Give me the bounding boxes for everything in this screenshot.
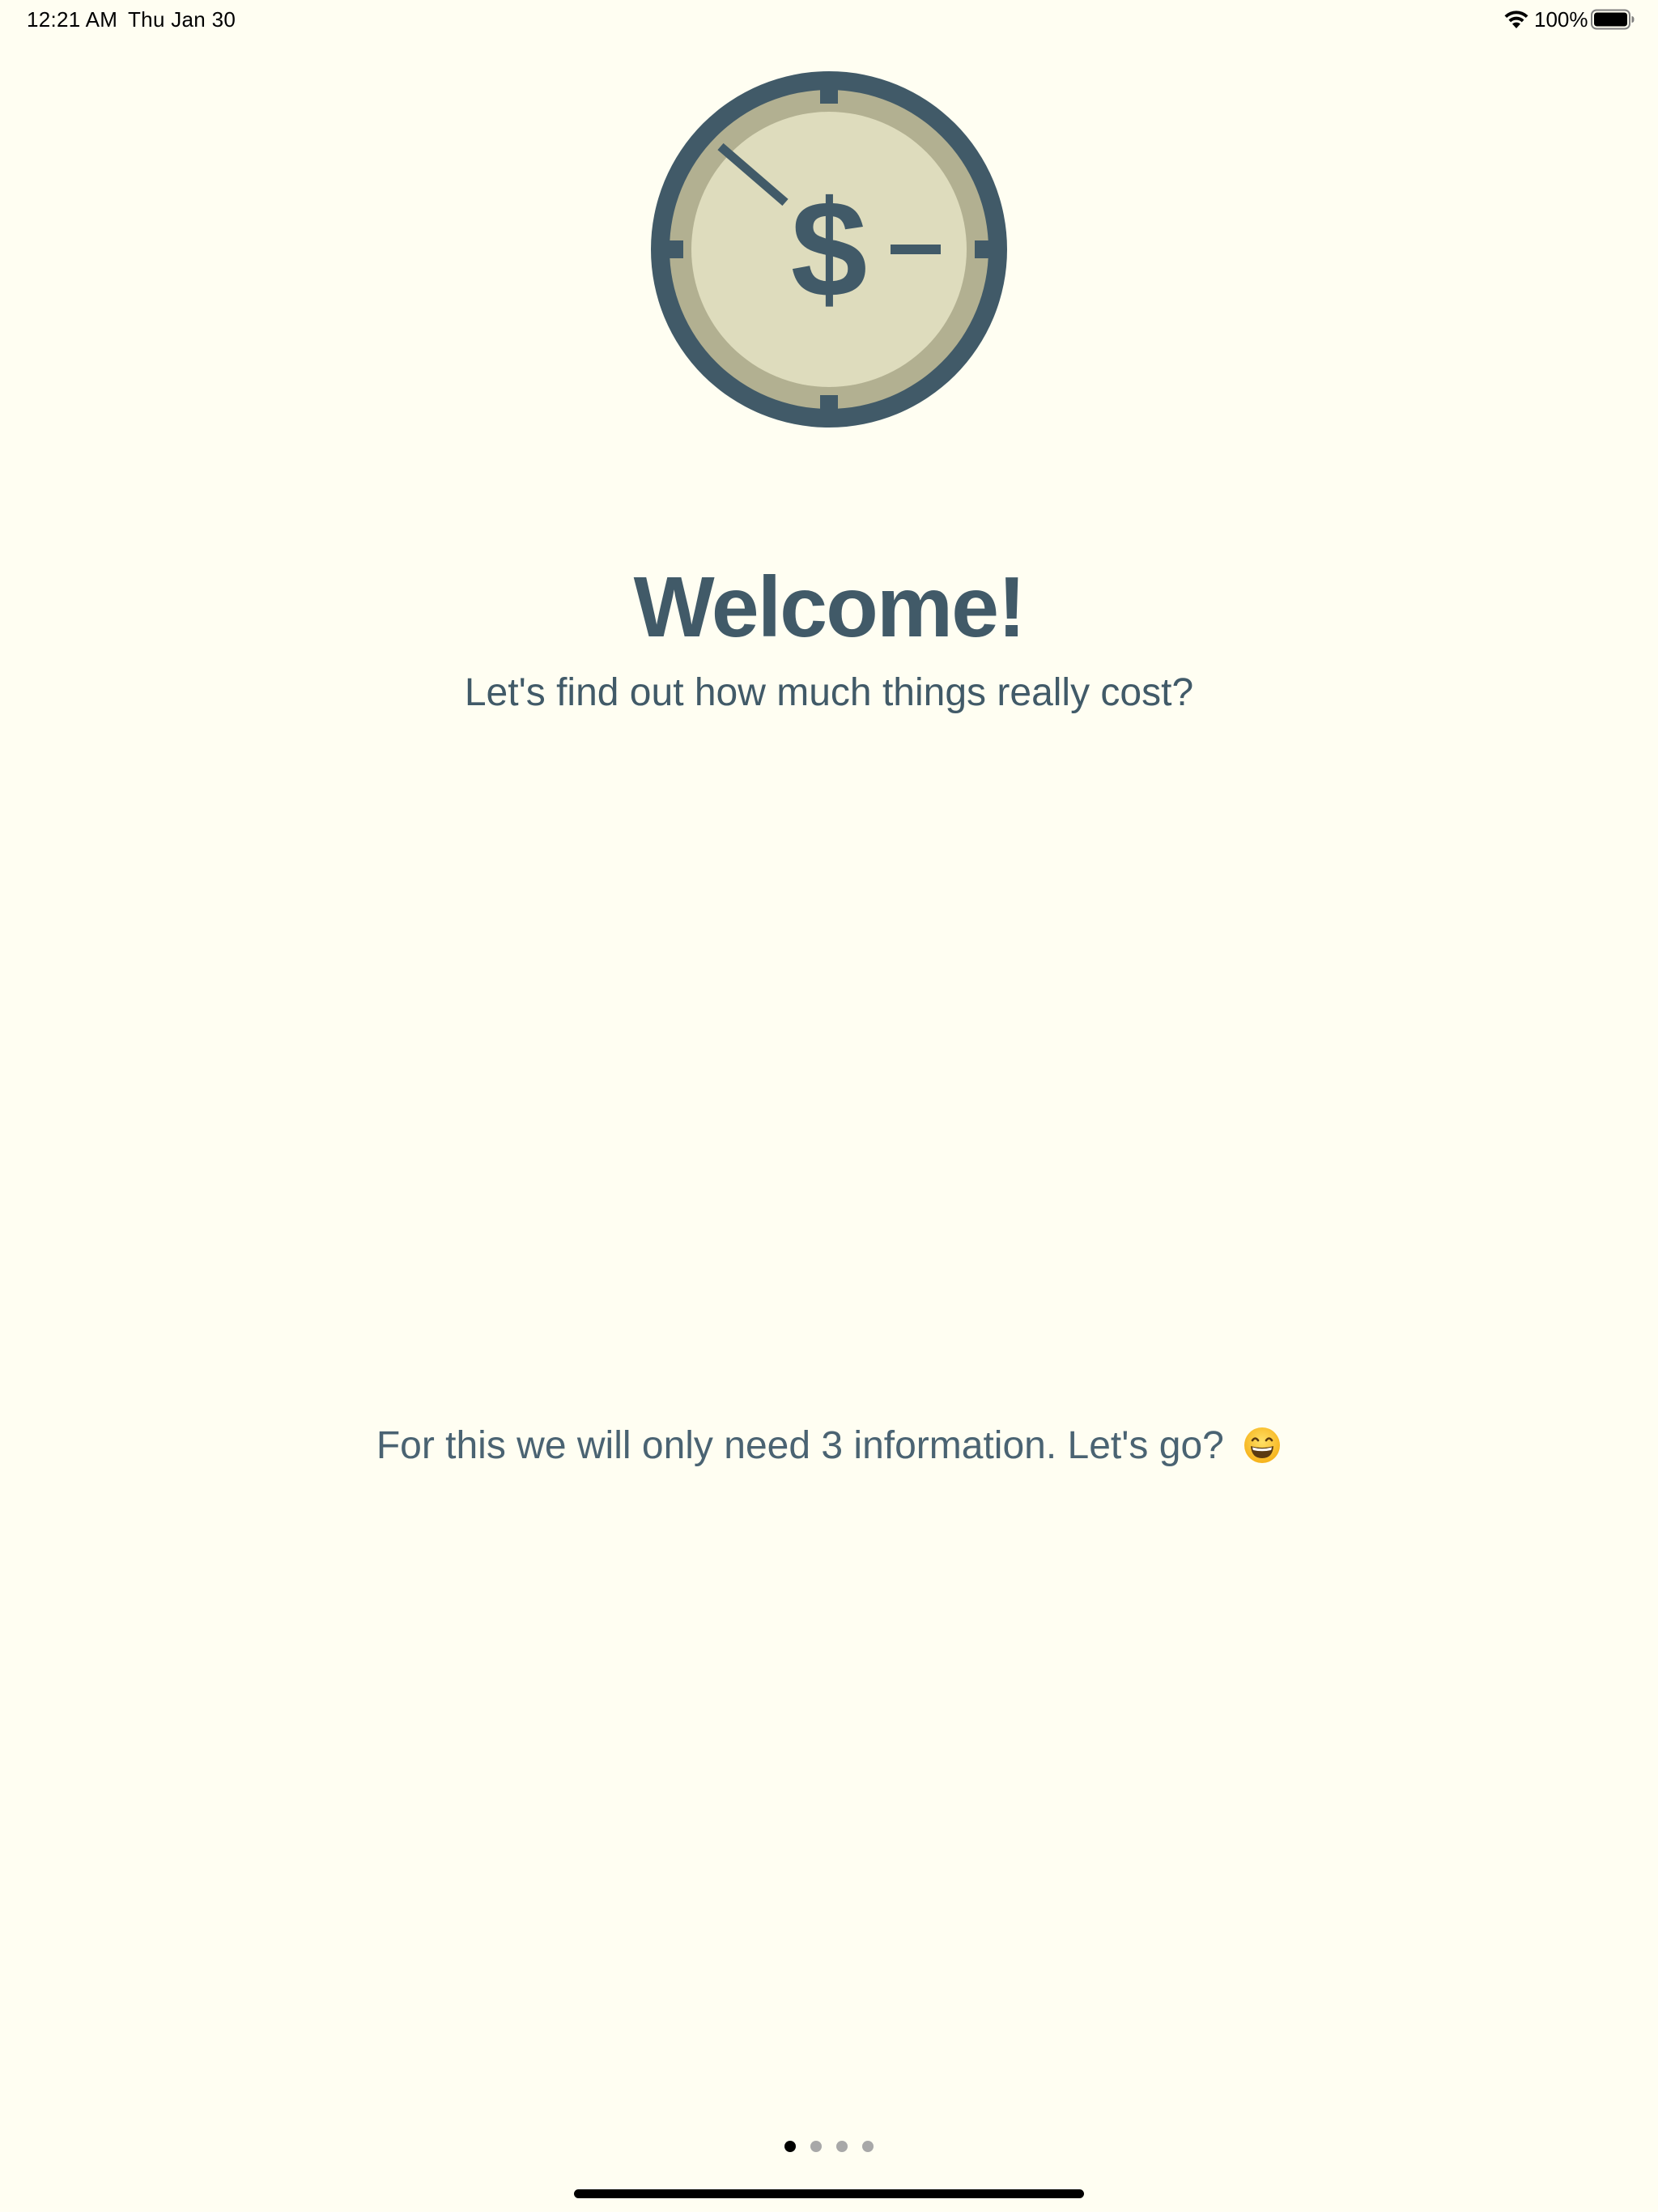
- coin-clock-dollar-icon: $: [651, 71, 1007, 428]
- page-dot-1[interactable]: [784, 2141, 796, 2152]
- page-dot-3[interactable]: [836, 2141, 848, 2152]
- page-indicator[interactable]: [0, 2141, 1658, 2152]
- grinning-face-icon: [1244, 1427, 1281, 1463]
- welcome-title: Welcome!: [633, 559, 1027, 655]
- status-date: Thu Jan 30: [128, 7, 236, 32]
- status-bar: 12:21 AM Thu Jan 30 100%: [0, 0, 1658, 39]
- page-dot-2[interactable]: [810, 2141, 822, 2152]
- dollar-sign: $: [791, 172, 868, 326]
- battery-icon: [1591, 9, 1635, 30]
- battery-percent: 100%: [1534, 7, 1588, 32]
- info-text: For this we will only need 3 information…: [376, 1424, 1224, 1467]
- welcome-subtitle: Let's find out how much things really co…: [464, 671, 1194, 714]
- info-line: For this we will only need 3 information…: [0, 1423, 1658, 1468]
- wifi-icon: [1504, 11, 1528, 28]
- page-dot-4[interactable]: [862, 2141, 874, 2152]
- home-indicator[interactable]: [574, 2189, 1084, 2198]
- status-time: 12:21 AM: [27, 7, 118, 32]
